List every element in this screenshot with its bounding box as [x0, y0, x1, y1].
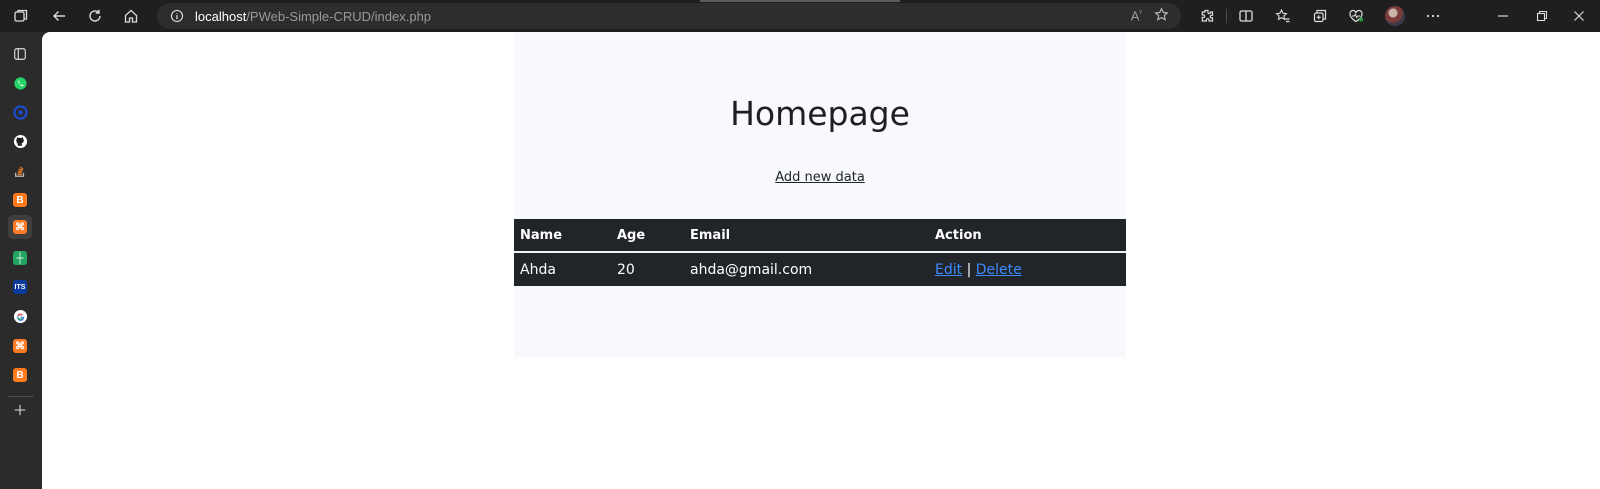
browser-essentials-icon[interactable] [1343, 3, 1369, 29]
url-text[interactable]: localhost/PWeb-Simple-CRUD/index.php [195, 9, 431, 24]
whatsapp-icon[interactable] [8, 71, 32, 95]
sidebar-divider [8, 396, 34, 397]
split-screen-icon[interactable] [1233, 3, 1259, 29]
xampp-2-icon[interactable]: ⌘ [8, 334, 32, 358]
more-menu-icon[interactable] [1420, 3, 1446, 29]
page-viewport: Homepage Add new data Name Age Email Act… [42, 32, 1600, 489]
delete-link[interactable]: Delete [976, 262, 1022, 278]
table-row: Ahda 20 ahda@gmail.com Edit | Delete [514, 252, 1126, 286]
read-aloud-icon[interactable]: Aʸ [1131, 8, 1142, 23]
stackoverflow-icon[interactable] [8, 159, 32, 183]
blue-app-icon[interactable] [8, 100, 32, 124]
minimize-icon[interactable] [1490, 3, 1516, 29]
restore-icon[interactable] [1529, 3, 1555, 29]
google-icon[interactable] [8, 304, 32, 328]
edit-link[interactable]: Edit [935, 262, 962, 278]
url-path: /PWeb-Simple-CRUD/index.php [246, 8, 432, 24]
xampp-icon[interactable]: ⌘ [8, 215, 32, 239]
back-icon[interactable] [46, 3, 72, 29]
header-email: Email [684, 219, 929, 253]
favorites-icon[interactable] [1270, 3, 1296, 29]
github-icon[interactable] [8, 129, 32, 153]
address-bar[interactable]: localhost/PWeb-Simple-CRUD/index.php Aʸ [157, 3, 1181, 29]
browser-toolbar: localhost/PWeb-Simple-CRUD/index.php Aʸ [0, 0, 1600, 32]
its-glyph: ITS [13, 280, 27, 294]
add-new-data-link[interactable]: Add new data [514, 170, 1126, 185]
action-separator: | [966, 261, 972, 278]
blogger-2-icon[interactable]: B [8, 363, 32, 387]
collections-icon[interactable] [1307, 3, 1333, 29]
url-host: localhost [195, 8, 247, 24]
blogger-icon[interactable]: B [8, 188, 32, 212]
header-action: Action [929, 219, 1126, 253]
blogger-glyph: B [13, 193, 27, 207]
header-name: Name [514, 219, 611, 253]
workspaces-icon[interactable] [8, 3, 34, 29]
extensions-icon[interactable] [1194, 3, 1220, 29]
cell-action: Edit | Delete [929, 252, 1126, 286]
page-container: Homepage Add new data Name Age Email Act… [514, 32, 1126, 357]
close-icon[interactable] [1566, 3, 1592, 29]
cell-name: Ahda [520, 261, 556, 278]
table-header-row: Name Age Email Action [514, 219, 1126, 253]
cell-email: ahda@gmail.com [690, 261, 813, 278]
refresh-icon[interactable] [82, 3, 108, 29]
sheets-icon[interactable]: ┼ [8, 246, 32, 270]
avatar-icon [1385, 6, 1405, 26]
page-title: Homepage [730, 94, 910, 133]
add-sidebar-app-icon[interactable] [8, 398, 32, 422]
sheets-glyph: ┼ [13, 251, 27, 265]
data-table: Name Age Email Action Ahda 20 ahda@gmail… [514, 219, 1126, 286]
home-icon[interactable] [118, 3, 144, 29]
favorite-star-icon[interactable] [1154, 6, 1169, 26]
toolbar-divider [1226, 9, 1227, 23]
xampp-glyph: ⌘ [13, 220, 27, 234]
blogger-2-glyph: B [13, 368, 27, 382]
header-age: Age [611, 219, 684, 253]
site-info-icon[interactable] [169, 8, 185, 24]
tab-strip-indicator [700, 0, 900, 2]
browser-sidebar: B ⌘ ┼ ITS ⌘ B [0, 32, 42, 489]
xampp-2-glyph: ⌘ [13, 339, 27, 353]
cell-age: 20 [617, 261, 635, 278]
sidebar-collections-icon[interactable] [8, 42, 32, 66]
profile-avatar[interactable] [1382, 3, 1408, 29]
its-icon[interactable]: ITS [8, 275, 32, 299]
